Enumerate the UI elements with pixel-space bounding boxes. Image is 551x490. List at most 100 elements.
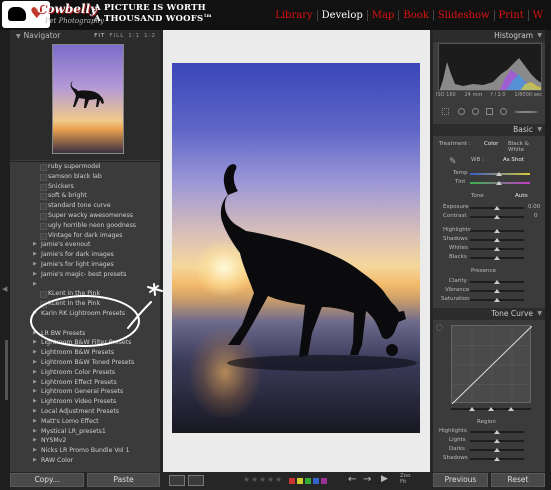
- vibrance-slider-knob[interactable]: [494, 289, 500, 293]
- folder-expand-icon[interactable]: ▶: [33, 240, 37, 250]
- preset-folder[interactable]: ▶ Lightroom B&W Filter Presets: [10, 338, 160, 348]
- rating-star-icon[interactable]: ★: [243, 475, 250, 484]
- module-library[interactable]: Library: [271, 10, 316, 21]
- spot-removal-icon[interactable]: [458, 108, 465, 115]
- folder-expand-icon[interactable]: ▶: [33, 378, 37, 388]
- radial-filter-icon[interactable]: [500, 108, 507, 115]
- preset-item[interactable]: samson black lab: [10, 172, 160, 182]
- histogram-header[interactable]: Histogram ▼: [433, 30, 545, 42]
- zoom-option[interactable]: 1:1: [128, 33, 140, 39]
- basic-header[interactable]: Basic ▼: [433, 124, 545, 136]
- rating-star-icon[interactable]: ★: [259, 475, 266, 484]
- zoom-option[interactable]: FIT: [94, 33, 105, 39]
- preset-item[interactable]: Vintage for dark images: [10, 231, 160, 241]
- purple-label-swatch[interactable]: [321, 478, 327, 484]
- folder-expand-icon[interactable]: ▶: [33, 436, 37, 446]
- preset-item[interactable]: soft & bright: [10, 191, 160, 201]
- left-panel-edge[interactable]: ◀: [0, 30, 10, 490]
- folder-expand-icon[interactable]: ▶: [33, 338, 37, 348]
- folder-expand-icon[interactable]: ▶: [33, 387, 37, 397]
- folder-expand-icon[interactable]: ▶: [33, 270, 37, 280]
- preset-item[interactable]: ruby supermodel: [10, 162, 160, 172]
- module-slideshow[interactable]: Slideshow: [432, 10, 494, 21]
- preset-item[interactable]: standard tone curve: [10, 201, 160, 211]
- module-book[interactable]: Book: [398, 10, 432, 21]
- preset-folder[interactable]: ▶ Jamie's evenout: [10, 240, 160, 250]
- adjustment-brush-icon[interactable]: [514, 111, 538, 113]
- slideshow-play-icon[interactable]: ▶: [381, 474, 388, 484]
- tone-auto-button[interactable]: Auto: [515, 193, 528, 199]
- collapse-triangle-icon[interactable]: ▼: [537, 30, 542, 42]
- left-scrollbar[interactable]: [5, 340, 8, 400]
- preset-folder[interactable]: ▶ RAW Color: [10, 456, 160, 466]
- folder-expand-icon[interactable]: ▶: [33, 446, 37, 456]
- folder-expand-icon[interactable]: ▶: [33, 417, 37, 427]
- navigator-thumbnail[interactable]: [52, 44, 124, 154]
- preset-item[interactable]: Snickers: [10, 182, 160, 192]
- preset-item[interactable]: Super wacky awesomeness: [10, 211, 160, 221]
- rating-star-icon[interactable]: ★: [251, 475, 258, 484]
- preset-folder[interactable]: ▶ Lightroom B&W Toned Presets: [10, 358, 160, 368]
- main-image-area[interactable]: [163, 30, 430, 472]
- loupe-view-icon[interactable]: [169, 475, 185, 486]
- preset-folder[interactable]: ▶ Nicks LR Promo Bundle Vol 1: [10, 446, 160, 456]
- rating-star-icon[interactable]: ★: [275, 475, 282, 484]
- contrast-slider-knob[interactable]: [494, 215, 500, 219]
- preset-folder[interactable]: ▶ Matt's Lomo Effect: [10, 417, 160, 427]
- temp-slider-knob[interactable]: [496, 172, 502, 176]
- shadows-slider-knob[interactable]: [494, 238, 500, 242]
- folder-expand-icon[interactable]: ▶: [33, 358, 37, 368]
- preset-folder[interactable]: ▶ Karin RK Lightroom Presets: [10, 309, 160, 319]
- main-photo[interactable]: [172, 63, 420, 433]
- folder-expand-icon[interactable]: ▶: [33, 260, 37, 270]
- preset-folder[interactable]: ▶ NYSMv2: [10, 436, 160, 446]
- exposure-value[interactable]: 0.00: [528, 204, 540, 210]
- module-map[interactable]: Map: [366, 10, 399, 21]
- zoom-option[interactable]: 1:2: [144, 33, 156, 39]
- before-after-icon[interactable]: [188, 475, 204, 486]
- paste-settings-button[interactable]: Paste: [87, 473, 160, 487]
- folder-expand-icon[interactable]: ▶: [33, 329, 37, 339]
- contrast-value[interactable]: 0: [534, 213, 538, 219]
- graduated-filter-icon[interactable]: [486, 108, 493, 115]
- preset-folder[interactable]: ▶ Jamie's for dark images: [10, 250, 160, 260]
- folder-expand-icon[interactable]: ▶: [33, 309, 37, 319]
- wb-dropdown[interactable]: As Shot: [503, 157, 524, 163]
- split-knob-shadows[interactable]: [469, 407, 475, 411]
- yellow-label-swatch[interactable]: [297, 478, 303, 484]
- folder-expand-icon[interactable]: ▶: [33, 456, 37, 466]
- folder-expand-icon[interactable]: ▶: [33, 427, 37, 437]
- preset-folder[interactable]: ▶ Jamie's magic- best presets: [10, 270, 160, 280]
- saturation-slider-knob[interactable]: [494, 298, 500, 302]
- rating-star-icon[interactable]: ★: [267, 475, 274, 484]
- preset-folder[interactable]: ▶ Mystical LR_presets1: [10, 427, 160, 437]
- module-w[interactable]: W: [527, 10, 547, 21]
- region-highlights-knob[interactable]: [494, 430, 500, 434]
- next-arrow-icon[interactable]: →: [363, 474, 371, 485]
- collapse-left-icon[interactable]: ◀: [2, 285, 7, 293]
- module-develop[interactable]: Develop: [316, 10, 367, 21]
- red-eye-icon[interactable]: [472, 108, 479, 115]
- histogram-graph[interactable]: [438, 43, 542, 91]
- copy-settings-button[interactable]: Copy...: [10, 473, 84, 487]
- crop-tool-icon[interactable]: [442, 108, 449, 115]
- preset-folder[interactable]: ▶ Lightroom Video Presets: [10, 397, 160, 407]
- green-label-swatch[interactable]: [305, 478, 311, 484]
- preset-item[interactable]: KLent In the Pink: [10, 299, 160, 309]
- zoom-control[interactable]: Zoo Fit: [400, 473, 411, 485]
- preset-folder[interactable]: ▶ Lightroom B&W Presets: [10, 348, 160, 358]
- preset-item[interactable]: ugly horrible neon goodness: [10, 221, 160, 231]
- collapse-triangle-icon[interactable]: ▼: [16, 33, 21, 40]
- highlights-slider-knob[interactable]: [494, 229, 500, 233]
- preset-folder[interactable]: ▶ Lightroom Effect Presets: [10, 378, 160, 388]
- preset-folder[interactable]: ▶ LR BW Presets: [10, 329, 160, 339]
- split-knob-highlights[interactable]: [508, 407, 514, 411]
- preset-folder[interactable]: ▶ Lightroom Color Presets: [10, 368, 160, 378]
- right-panel-edge[interactable]: [545, 30, 551, 490]
- folder-expand-icon[interactable]: ▶: [33, 348, 37, 358]
- blacks-slider-knob[interactable]: [494, 256, 500, 260]
- split-knob-midtones[interactable]: [488, 407, 494, 411]
- collapse-triangle-icon[interactable]: ▼: [537, 124, 542, 136]
- tone-curve-graph[interactable]: [451, 325, 533, 405]
- zoom-option[interactable]: FILL: [109, 33, 124, 39]
